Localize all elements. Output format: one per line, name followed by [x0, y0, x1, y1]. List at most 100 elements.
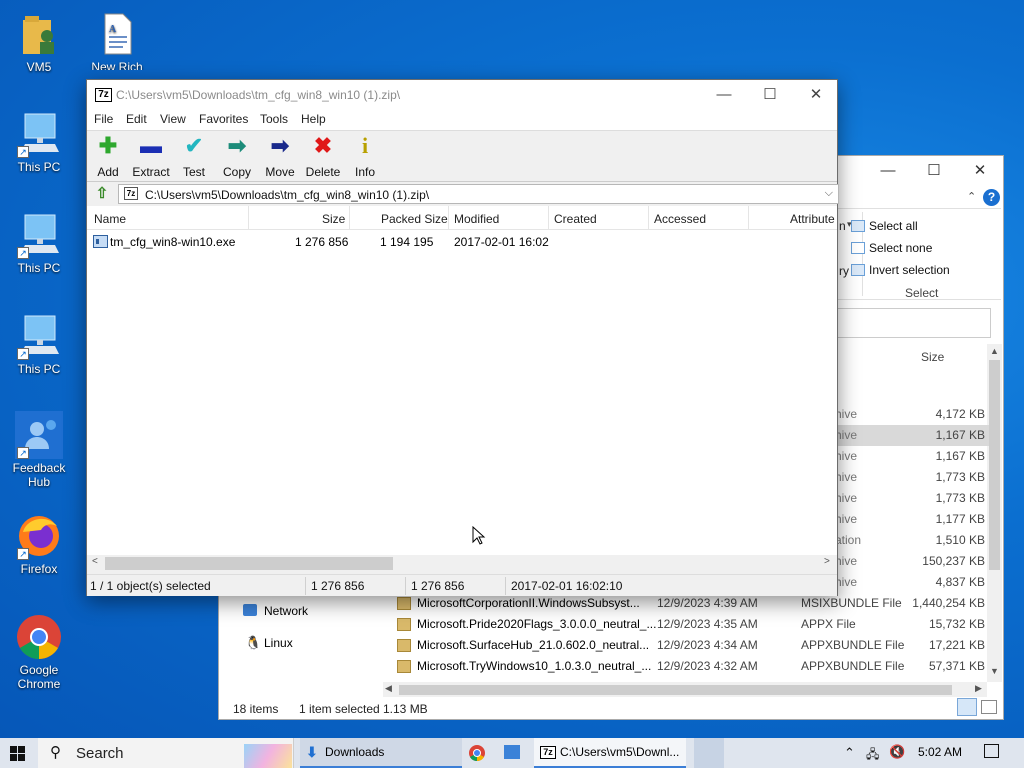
table-row[interactable]: Microsoft.SurfaceHub_21.0.602.0_neutral.… [219, 635, 989, 656]
copy-label: Copy [222, 165, 251, 179]
volume-muted-icon[interactable]: 🔇 [889, 744, 905, 760]
taskbar-sevenzip[interactable]: 7z C:\Users\vm5\Downl... [534, 738, 686, 768]
desktop-icon-firefox[interactable]: ↗ Firefox [4, 512, 74, 576]
explorer-hscrollbar[interactable]: ◀ ▶ [383, 682, 987, 697]
scroll-right-icon[interactable]: > [824, 556, 830, 567]
sevenzip-title-bar[interactable]: 7z C:\Users\vm5\Downloads\tm_cfg_win8_wi… [87, 80, 837, 110]
clock[interactable]: 5:02 AM [918, 745, 962, 759]
column-divider[interactable] [448, 206, 449, 230]
column-header-accessed[interactable]: Accessed [654, 212, 706, 226]
status-selected: 1 item selected [299, 702, 380, 716]
tiles-view-icon[interactable] [981, 700, 997, 714]
copy-button[interactable]: ➡ Copy [215, 135, 259, 180]
desktop-icon-vm5[interactable]: VM5 [4, 10, 74, 74]
network-icon[interactable]: 🖧 [866, 745, 879, 766]
scroll-thumb[interactable] [399, 685, 952, 695]
scroll-right-icon[interactable]: ▶ [975, 683, 982, 694]
column-header-modified[interactable]: Modified [454, 212, 499, 226]
add-button[interactable]: ✚ Add [86, 135, 130, 180]
file-size: 1,510 KB [935, 533, 985, 547]
maximize-button[interactable]: ☐ [747, 80, 793, 110]
desktop-icon-this-pc-3[interactable]: ↗ This PC [4, 312, 74, 376]
taskbar-chrome[interactable] [464, 738, 490, 768]
maximize-button[interactable]: ☐ [911, 156, 957, 186]
scroll-left-icon[interactable]: < [92, 556, 98, 567]
menu-view[interactable]: View [160, 112, 186, 126]
column-header-created[interactable]: Created [554, 212, 597, 226]
help-icon[interactable]: ? [983, 189, 1000, 206]
minimize-button[interactable]: — [701, 80, 747, 110]
column-header-packed-size[interactable]: Packed Size [381, 212, 448, 226]
column-divider[interactable] [748, 206, 749, 230]
menu-edit[interactable]: Edit [126, 112, 147, 126]
close-button[interactable]: ✕ [957, 156, 1003, 186]
up-folder-icon[interactable]: ⇧ [93, 185, 111, 203]
menu-tools[interactable]: Tools [260, 112, 288, 126]
select-none-button[interactable]: Select none [851, 241, 932, 255]
invert-selection-button[interactable]: Invert selection [851, 263, 950, 277]
table-row[interactable]: Microsoft.Pride2020Flags_3.0.0.0_neutral… [219, 614, 989, 635]
test-label: Test [182, 165, 205, 179]
desktop-icon-rich-text[interactable]: A New Rich Text Document [82, 10, 152, 70]
extract-label: Extract [132, 165, 170, 179]
download-folder-icon: ⬇ [306, 744, 318, 760]
details-view-icon[interactable] [957, 698, 977, 716]
taskbar: ⚲ Search ⬇ Downloads 7z C:\Users\vm5\Dow… [0, 738, 1024, 768]
ribbon-collapse-icon[interactable]: ⌃ [967, 190, 976, 203]
file-date: 12/9/2023 4:39 AM [657, 596, 758, 610]
scroll-left-icon[interactable]: ◀ [385, 683, 392, 694]
address-input[interactable]: 7z C:\Users\vm5\Downloads\tm_cfg_win8_wi… [118, 184, 839, 204]
move-button[interactable]: ➡ Move [258, 135, 302, 180]
table-row[interactable]: MicrosoftCorporationII.WindowsSubsyst...… [219, 593, 989, 614]
column-divider[interactable] [349, 206, 350, 230]
column-header-size[interactable]: Size [322, 212, 345, 226]
delete-button[interactable]: ✖ Delete [301, 135, 345, 180]
notification-icon[interactable] [984, 744, 999, 758]
scroll-down-icon[interactable]: ▼ [990, 666, 999, 676]
menu-help[interactable]: Help [301, 112, 326, 126]
taskbar-downloads[interactable]: ⬇ Downloads [300, 738, 462, 768]
explorer-search-box[interactable] [837, 308, 991, 338]
file-modified: 2017-02-01 16:02 [454, 235, 549, 249]
close-button[interactable]: ✕ [793, 80, 839, 110]
scroll-thumb[interactable] [105, 557, 393, 570]
info-button[interactable]: i Info [343, 135, 387, 180]
mouse-cursor-icon [472, 526, 486, 545]
column-header-name[interactable]: Name [94, 212, 126, 226]
menu-file[interactable]: File [94, 112, 113, 126]
column-header-attributes[interactable]: Attribute [790, 212, 835, 226]
taskbar-search-box[interactable]: ⚲ Search [38, 738, 294, 768]
windows-start-icon[interactable] [10, 746, 25, 761]
test-button[interactable]: ✔ Test [172, 135, 216, 180]
column-header-size[interactable]: Size [921, 350, 944, 364]
column-divider[interactable] [248, 206, 249, 230]
menu-favorites[interactable]: Favorites [199, 112, 248, 126]
select-all-button[interactable]: Select all [851, 219, 918, 233]
column-divider[interactable] [548, 206, 549, 230]
desktop: VM5 A New Rich Text Document ↗ This PC ↗… [0, 0, 1024, 738]
desktop-icon-this-pc[interactable]: ↗ This PC [4, 110, 74, 174]
desktop-icon-this-pc-2[interactable]: ↗ This PC [4, 211, 74, 275]
sevenzip-window[interactable]: 7z C:\Users\vm5\Downloads\tm_cfg_win8_wi… [86, 79, 839, 596]
column-divider[interactable] [648, 206, 649, 230]
horizontal-scrollbar[interactable]: < > [87, 555, 837, 572]
chevron-down-icon[interactable]: ⌵ [825, 187, 833, 200]
desktop-icon-chrome[interactable]: Google Chrome [4, 613, 74, 691]
table-row[interactable]: Microsoft.TryWindows10_1.0.3.0_neutral_.… [219, 656, 989, 677]
file-size: 4,837 KB [935, 575, 985, 589]
minimize-button[interactable]: — [865, 156, 911, 186]
scroll-up-icon[interactable]: ▲ [990, 346, 999, 356]
file-size: 1,167 KB [935, 428, 985, 442]
chevron-up-icon[interactable]: ⌃ [844, 745, 855, 761]
desktop-icon-feedback-hub[interactable]: ↗ Feedback Hub [4, 411, 74, 489]
extract-icon: ▬ [140, 133, 162, 158]
status-divider [505, 577, 506, 595]
scroll-thumb[interactable] [989, 360, 1000, 570]
taskbar-blank-task[interactable] [694, 738, 724, 768]
file-size: 57,371 KB [928, 659, 985, 673]
explorer-vscrollbar[interactable]: ▲ ▼ [987, 344, 1002, 682]
file-name: MicrosoftCorporationII.WindowsSubsyst... [417, 596, 640, 610]
list-item[interactable]: tm_cfg_win8-win10.exe 1 276 856 1 194 19… [87, 233, 837, 251]
extract-button[interactable]: ▬ Extract [129, 133, 173, 180]
taskbar-remote-app[interactable] [496, 738, 530, 768]
